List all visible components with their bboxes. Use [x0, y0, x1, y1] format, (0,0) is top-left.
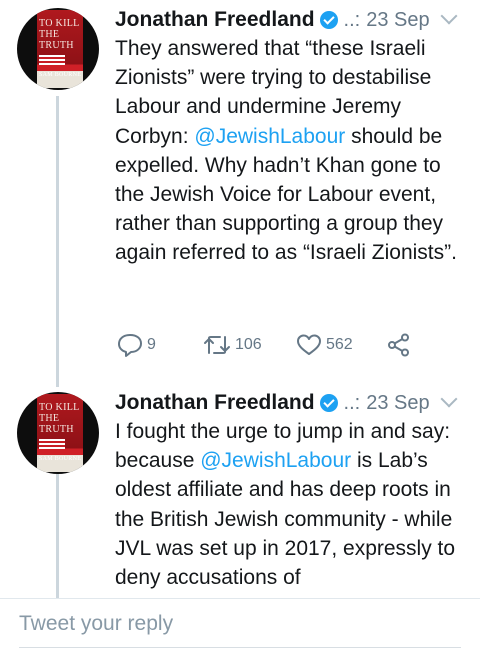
reply-input[interactable]: Tweet your reply: [19, 612, 173, 636]
reply-underline: [19, 647, 461, 648]
tweet-text: I fought the urge to jump in and say: be…: [115, 417, 471, 592]
flag-icon: [39, 55, 65, 65]
tweet-header: Jonathan Freedland ..: 23 Sep: [115, 5, 430, 35]
book-title-line: THE: [39, 29, 60, 40]
tweet-actions: 9 106 562: [115, 333, 435, 359]
tweet-text: They answered that “these Israeli Zionis…: [115, 34, 471, 268]
reply-bar: Tweet your reply: [0, 598, 480, 654]
tweet-header: Jonathan Freedland ..: 23 Sep: [115, 388, 430, 418]
verified-icon: [319, 11, 338, 29]
retweet-icon: [204, 336, 230, 354]
like-button[interactable]: 562: [296, 333, 353, 357]
caret-down-icon[interactable]: [440, 7, 458, 25]
book-title-line: TO KILL: [39, 18, 80, 29]
mention-link[interactable]: @JewishLabour: [200, 449, 351, 472]
mention-link[interactable]: @JewishLabour: [194, 125, 345, 148]
avatar[interactable]: TO KILL THE TRUTH SAM BOURNE: [17, 392, 99, 474]
book-cover-image: TO KILL THE TRUTH SAM BOURNE: [37, 10, 83, 88]
book-author: SAM BOURNE: [39, 72, 82, 78]
flag-icon: [39, 439, 65, 449]
reply-count: 9: [147, 336, 156, 353]
like-count: 562: [326, 336, 353, 353]
book-title-line: THE: [39, 413, 60, 424]
author-handle[interactable]: ..:: [344, 9, 361, 32]
tweet-date[interactable]: 23 Sep: [366, 392, 429, 415]
share-button[interactable]: [386, 333, 412, 357]
thread-line: [56, 474, 59, 598]
caret-down-icon[interactable]: [440, 390, 458, 408]
author-name[interactable]: Jonathan Freedland: [115, 8, 315, 32]
book-title-line: TRUTH: [39, 424, 74, 435]
tweet-date[interactable]: 23 Sep: [366, 9, 429, 32]
thread-line: [56, 96, 59, 387]
like-icon: [297, 334, 321, 355]
book-title-line: TRUTH: [39, 40, 74, 51]
share-icon: [388, 333, 409, 357]
verified-icon: [319, 394, 338, 412]
author-handle[interactable]: ..:: [344, 392, 361, 415]
book-author: SAM BOURNE: [39, 456, 82, 462]
book-title-line: TO KILL: [39, 402, 80, 413]
avatar[interactable]: TO KILL THE TRUTH SAM BOURNE: [17, 8, 99, 90]
reply-icon: [118, 334, 142, 357]
book-cover-image: TO KILL THE TRUTH SAM BOURNE: [37, 394, 83, 472]
retweet-button[interactable]: 106: [203, 333, 262, 357]
author-name[interactable]: Jonathan Freedland: [115, 391, 315, 415]
reply-button[interactable]: 9: [117, 333, 156, 357]
retweet-count: 106: [235, 336, 262, 353]
